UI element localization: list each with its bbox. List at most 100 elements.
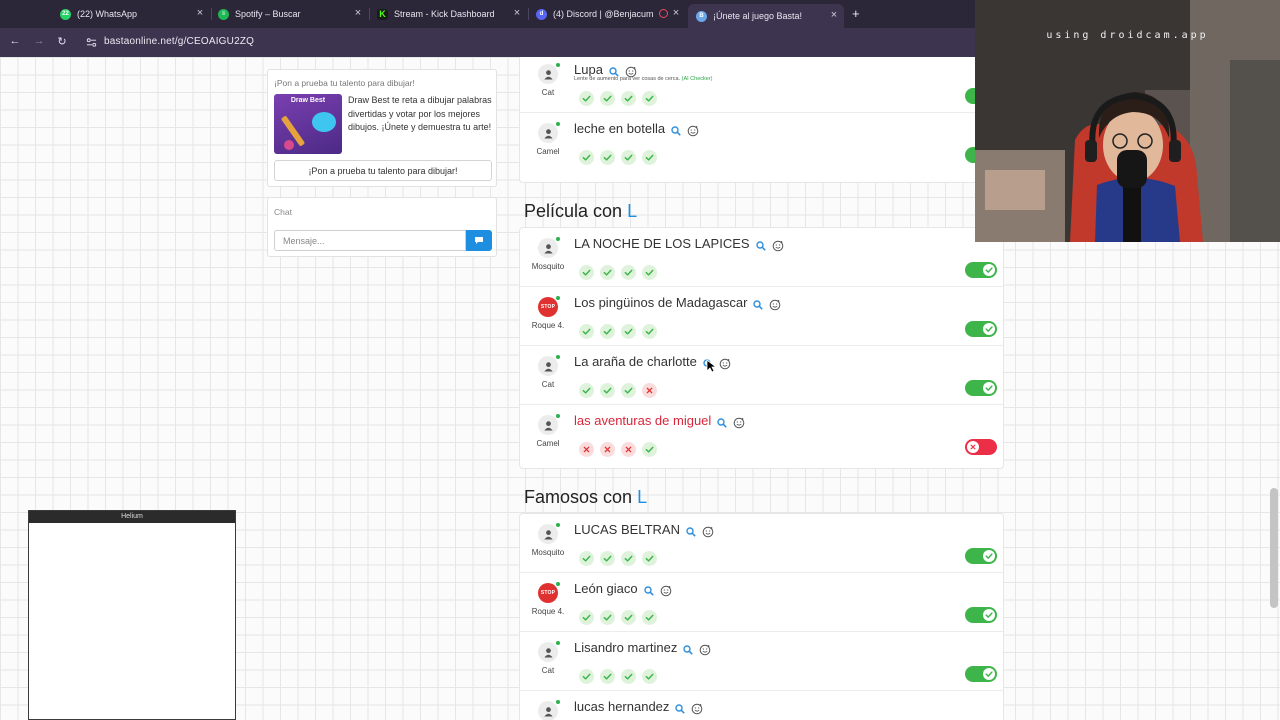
- validity-toggle[interactable]: [965, 548, 997, 564]
- search-icon[interactable]: [643, 585, 654, 596]
- user-icon: [543, 647, 553, 658]
- answer-tools: [683, 641, 717, 656]
- ai-checker-tag: (AI Checker): [681, 76, 713, 82]
- kick-icon: K: [377, 8, 388, 20]
- validity-toggle[interactable]: [965, 380, 997, 396]
- x-icon: [583, 446, 590, 453]
- search-icon[interactable]: [755, 240, 766, 251]
- tab-basta-active[interactable]: B ¡Únete al juego Basta! ×: [688, 4, 844, 28]
- url-field[interactable]: bastaonline.net/g/CEOAIGU2ZQ: [104, 36, 254, 47]
- hint-text: Lente de aumento para ver cosas de cerca…: [574, 76, 681, 82]
- answer-tools: [675, 700, 709, 715]
- close-icon[interactable]: ×: [670, 7, 682, 19]
- vote-reject: [579, 442, 594, 457]
- vote-approve: [621, 324, 636, 339]
- search-icon[interactable]: [717, 417, 728, 428]
- chat-title: Chat: [274, 207, 292, 217]
- answer-text-row: las aventuras de miguel: [574, 413, 751, 429]
- new-tab-button[interactable]: +: [852, 6, 860, 21]
- category-title-famosos: Famosos con L: [524, 487, 647, 508]
- search-icon[interactable]: [753, 299, 764, 310]
- emoji-react-icon[interactable]: [687, 125, 699, 137]
- vote-approve: [579, 91, 594, 106]
- vote-list: [579, 610, 663, 625]
- close-icon[interactable]: ×: [194, 7, 206, 19]
- emoji-react-icon[interactable]: [769, 299, 781, 311]
- emoji-react-icon[interactable]: [691, 703, 703, 715]
- tab-kick[interactable]: K Stream - Kick Dashboard ×: [377, 4, 523, 24]
- page-scrollbar[interactable]: [1270, 488, 1278, 608]
- validity-toggle[interactable]: [965, 321, 997, 337]
- player-avatar: [538, 414, 560, 435]
- emoji-react-icon[interactable]: [699, 644, 711, 656]
- vote-approve: [642, 442, 657, 457]
- chat-message-input[interactable]: [274, 230, 466, 251]
- tab-label: ¡Únete al juego Basta!: [713, 11, 803, 21]
- emoji-react-icon[interactable]: [719, 358, 731, 370]
- draw-best-thumbnail[interactable]: Draw Best: [274, 94, 342, 154]
- check-icon: [645, 446, 654, 453]
- check-icon: [582, 154, 591, 161]
- x-icon: [604, 446, 611, 453]
- draw-best-button[interactable]: ¡Pon a prueba tu talento para dibujar!: [274, 160, 492, 181]
- tab-label: Stream - Kick Dashboard: [394, 9, 495, 19]
- answer-text: Los pingüinos de Madagascar: [574, 295, 748, 310]
- player-avatar: [538, 523, 560, 544]
- check-icon: [603, 95, 612, 102]
- answer-row: Cat La araña de charlotte: [520, 346, 1003, 405]
- vote-approve: [621, 610, 636, 625]
- x-icon: [625, 446, 632, 453]
- vote-list: [579, 150, 663, 165]
- vote-approve: [642, 669, 657, 684]
- vote-approve: [600, 324, 615, 339]
- answer-text: lucas hernandez: [574, 699, 670, 714]
- check-icon: [582, 614, 591, 621]
- user-icon: [543, 69, 553, 80]
- site-settings-icon[interactable]: [86, 37, 97, 48]
- close-icon[interactable]: ×: [511, 7, 523, 19]
- answer-text-row: LA NOCHE DE LOS LAPICES: [574, 236, 790, 252]
- helium-title-bar[interactable]: Helium: [29, 511, 235, 523]
- back-icon[interactable]: ←: [8, 35, 22, 47]
- validity-toggle[interactable]: [965, 439, 997, 455]
- toggle-knob: [967, 441, 979, 453]
- tab-whatsapp[interactable]: 22 (22) WhatsApp ×: [60, 4, 206, 24]
- vote-approve: [579, 610, 594, 625]
- tab-spotify[interactable]: ≡ Spotify – Buscar ×: [218, 4, 364, 24]
- send-message-button[interactable]: [466, 230, 492, 251]
- player-avatar: [538, 122, 560, 143]
- vote-list: [579, 383, 663, 398]
- search-icon[interactable]: [683, 644, 694, 655]
- check-icon: [603, 555, 612, 562]
- check-icon: [603, 328, 612, 335]
- check-icon: [645, 614, 654, 621]
- check-icon: [645, 95, 654, 102]
- search-icon[interactable]: [671, 125, 681, 136]
- validity-toggle[interactable]: [965, 666, 997, 682]
- emoji-react-icon[interactable]: [702, 526, 714, 538]
- reload-icon[interactable]: ↻: [55, 35, 69, 48]
- check-icon: [624, 387, 633, 394]
- search-icon[interactable]: [686, 526, 696, 537]
- close-icon[interactable]: ×: [828, 9, 840, 21]
- close-icon[interactable]: ×: [352, 7, 364, 19]
- vote-approve: [579, 669, 594, 684]
- validity-toggle[interactable]: [965, 262, 997, 278]
- player-avatar: [538, 641, 560, 662]
- emoji-react-icon[interactable]: [660, 585, 672, 597]
- emoji-react-icon[interactable]: [772, 240, 784, 252]
- toggle-knob: [983, 550, 995, 562]
- toggle-knob: [983, 609, 995, 621]
- emoji-react-icon[interactable]: [733, 417, 745, 429]
- address-bar: ← → ↻ bastaonline.net/g/CEOAIGU2ZQ: [0, 28, 975, 57]
- forward-icon[interactable]: →: [32, 35, 46, 47]
- helium-floating-window[interactable]: Helium: [28, 510, 236, 720]
- answer-text: LA NOCHE DE LOS LAPICES: [574, 236, 750, 251]
- online-indicator: [556, 700, 560, 704]
- validity-toggle[interactable]: [965, 607, 997, 623]
- answer-row: Mosquito LUCAS BELTRAN: [520, 514, 1003, 573]
- answers-card-famosos: Mosquito LUCAS BELTRAN STOP Roque 4. León gi…: [519, 513, 1004, 720]
- player-name: Cat: [541, 380, 555, 389]
- tab-discord[interactable]: d (4) Discord | @Benjacum ×: [536, 4, 682, 24]
- search-icon[interactable]: [675, 703, 686, 714]
